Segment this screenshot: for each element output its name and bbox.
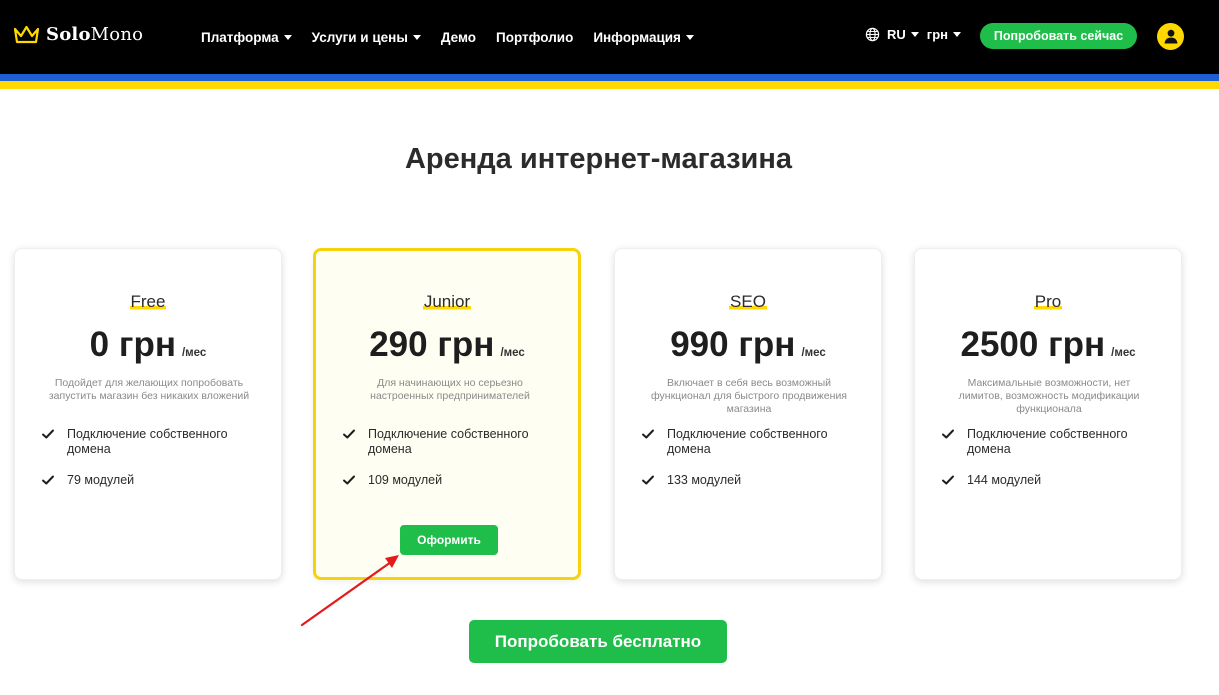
check-icon: [642, 475, 654, 485]
plan-card-seo: SEO 990 грн /мес Включает в себя весь во…: [614, 248, 882, 580]
feature-list: Подключение собственного домена 133 моду…: [641, 427, 861, 504]
plan-card-junior: Junior 290 грн /мес Для начинающих но се…: [313, 248, 581, 580]
nav-item-services[interactable]: Услуги и цены: [312, 27, 421, 47]
feature-list: Подключение собственного домена 144 моду…: [941, 427, 1161, 504]
nav-item-portfolio[interactable]: Портфолио: [496, 27, 573, 47]
chevron-down-icon: [412, 34, 421, 40]
chevron-down-icon: [953, 32, 961, 37]
chevron-down-icon: [910, 32, 919, 37]
plan-name: Pro: [1033, 292, 1063, 312]
currency-label[interactable]: грн: [927, 27, 948, 42]
plan-period: /мес: [500, 347, 525, 359]
main-nav: Платформа Услуги и цены Демо Портфолио И…: [201, 27, 714, 47]
feature-list: Подключение собственного домена 79 модул…: [41, 427, 261, 504]
plan-card-free: Free 0 грн /мес Подойдет для желающих по…: [14, 248, 282, 580]
user-icon: [1164, 29, 1177, 44]
plan-description: Максимальные возможности, нет лимитов, в…: [958, 377, 1140, 415]
flag-stripe-blue: [0, 74, 1219, 81]
nav-item-platform[interactable]: Платформа: [201, 27, 292, 47]
chevron-down-icon: [685, 34, 694, 40]
logo-text: SoloMono: [46, 24, 144, 45]
annotation-arrow-icon: [300, 555, 399, 627]
plan-period: /мес: [181, 347, 207, 359]
list-item: Подключение собственного домена: [41, 427, 261, 457]
check-icon: [343, 429, 355, 439]
check-icon: [42, 475, 54, 485]
list-item: Подключение собственного домена: [941, 427, 1161, 457]
check-icon: [42, 429, 54, 439]
list-item: 109 модулей: [342, 473, 562, 488]
order-button[interactable]: Оформить: [400, 525, 498, 555]
plan-price: 2500 грн: [960, 325, 1106, 364]
list-item: 144 модулей: [941, 473, 1161, 488]
language-currency-selector[interactable]: RU грн: [865, 27, 961, 42]
feature-list: Подключение собственного домена 109 моду…: [342, 427, 562, 504]
page-title: Аренда интернет-магазина: [404, 143, 793, 175]
chevron-down-icon: [283, 34, 292, 40]
list-item: Подключение собственного домена: [641, 427, 861, 457]
plan-name: SEO: [729, 292, 767, 312]
crown-icon: [13, 25, 40, 43]
plan-price: 0 грн: [89, 325, 176, 364]
check-icon: [343, 475, 355, 485]
nav-item-info[interactable]: Информация: [593, 27, 694, 47]
check-icon: [942, 475, 954, 485]
plan-card-pro: Pro 2500 грн /мес Максимальные возможнос…: [914, 248, 1182, 580]
plan-period: /мес: [801, 347, 826, 359]
plan-name: Junior: [422, 292, 472, 312]
plan-period: /мес: [1111, 347, 1136, 359]
plan-description: Для начинающих но серьезно настроенных п…: [370, 377, 530, 402]
list-item: 133 модулей: [641, 473, 861, 488]
language-label[interactable]: RU: [887, 27, 906, 42]
globe-icon: [865, 27, 880, 42]
plan-description: Подойдет для желающих попробовать запуст…: [48, 377, 250, 402]
try-now-button[interactable]: Попробовать сейчас: [980, 23, 1137, 49]
plan-price: 990 грн: [670, 325, 796, 364]
list-item: Подключение собственного домена: [342, 427, 562, 457]
site-header: SoloMono Платформа Услуги и цены Демо По…: [0, 0, 1219, 74]
check-icon: [642, 429, 654, 439]
plan-price: 290 грн: [369, 325, 495, 364]
plan-description: Включает в себя весь возможный функциона…: [651, 377, 847, 415]
avatar[interactable]: [1157, 23, 1184, 50]
nav-item-demo[interactable]: Демо: [441, 27, 476, 47]
logo[interactable]: SoloMono: [13, 24, 143, 45]
plan-name: Free: [129, 292, 167, 312]
list-item: 79 модулей: [41, 473, 261, 488]
flag-stripe-yellow: [0, 81, 1219, 89]
try-free-button[interactable]: Попробовать бесплатно: [469, 620, 727, 663]
check-icon: [942, 429, 954, 439]
